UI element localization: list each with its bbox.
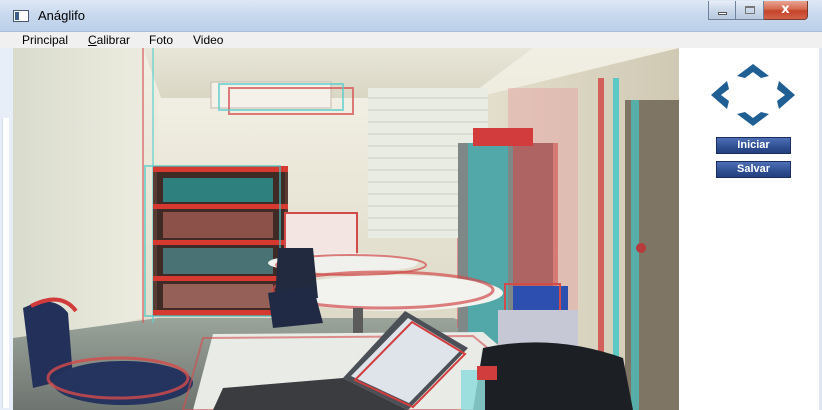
menu-video[interactable]: Video [193,33,223,47]
anaglyph-video-preview [13,48,679,410]
app-window-icon[interactable] [13,10,29,22]
menu-calibrar[interactable]: Calibrar [88,33,130,47]
close-button[interactable]: x [764,1,808,20]
left-frame-border [0,48,13,410]
maximize-button[interactable] [736,1,764,20]
save-button[interactable]: Salvar [716,161,791,178]
control-panel: Iniciar Salvar [679,48,822,410]
menu-foto[interactable]: Foto [149,33,173,47]
window-controls: x [708,1,808,21]
close-icon: x [781,2,790,17]
anaglyph-room-image [13,48,679,410]
window-title: Anáglifo [38,8,85,23]
menu-bar: Principal Calibrar Foto Video [0,32,822,48]
start-button[interactable]: Iniciar [716,137,791,154]
app-window: Anáglifo x Principal Calibrar Foto Video [0,0,822,410]
minimize-button[interactable] [708,1,736,20]
four-arrows-nav-icon[interactable] [707,60,799,130]
title-bar[interactable]: Anáglifo x [0,0,822,32]
menu-principal[interactable]: Principal [22,33,68,47]
